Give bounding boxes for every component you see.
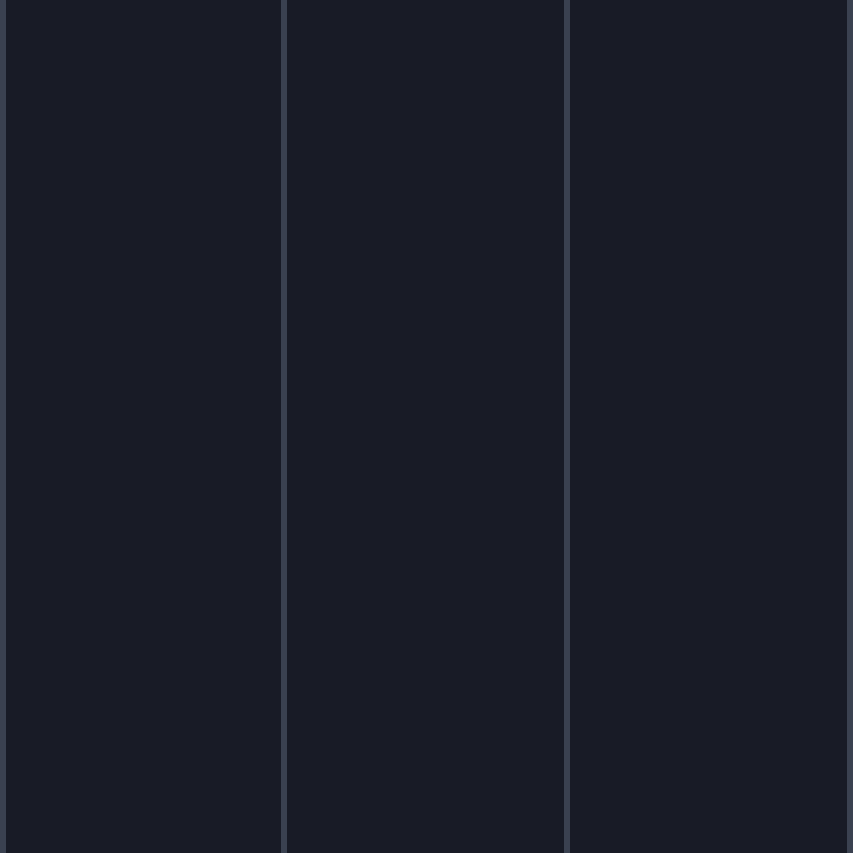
split-workspace	[0, 0, 853, 853]
pane-2[interactable]	[287, 0, 564, 853]
right-edge-divider	[847, 0, 853, 853]
pane-3[interactable]	[570, 0, 847, 853]
pane-1[interactable]	[6, 0, 281, 853]
